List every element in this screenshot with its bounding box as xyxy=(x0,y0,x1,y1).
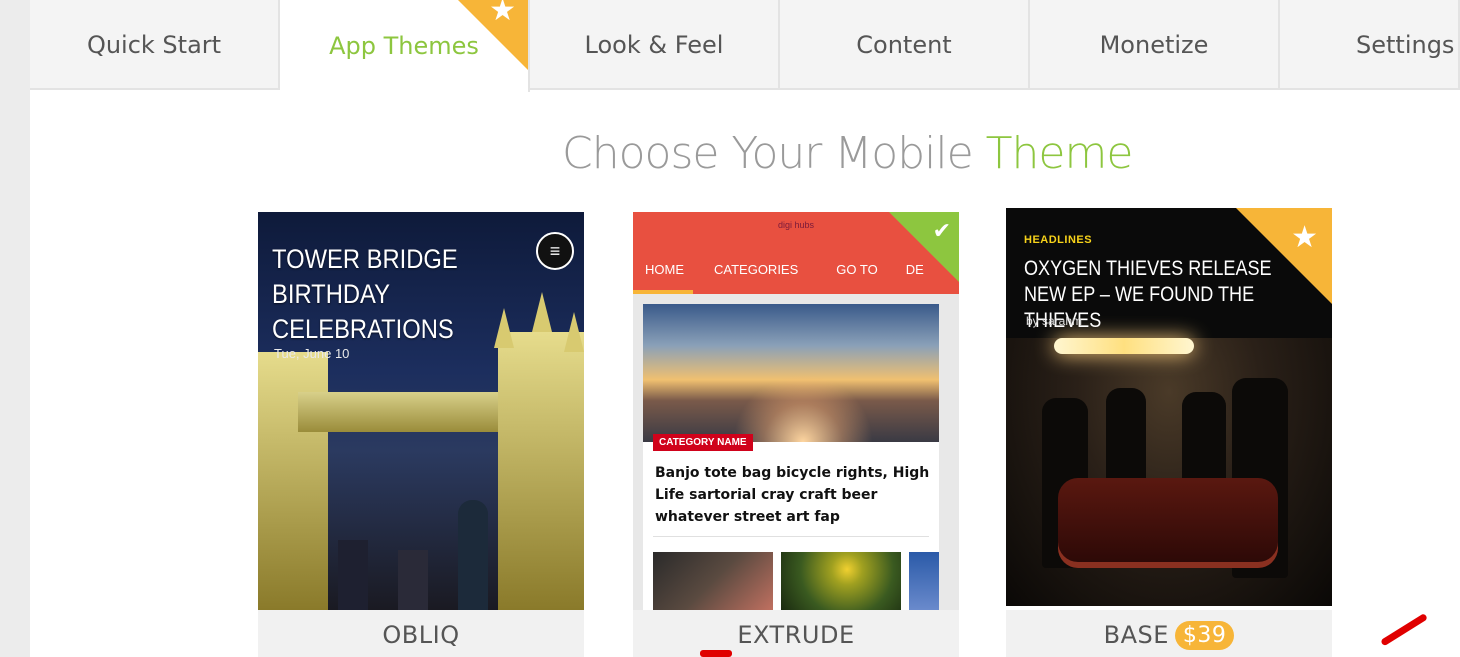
bridge-spire xyxy=(494,308,514,348)
theme-card-obliq[interactable]: TOWER BRIDGE BIRTHDAY CELEBRATIONS Tue, … xyxy=(258,212,584,657)
tab-label: Look & Feel xyxy=(584,31,724,59)
theme-preview-extrude: digi hubs HOME CATEGORIES GO TO DE ✔ CAT… xyxy=(633,212,959,610)
page-title-main: Choose Your Mobile xyxy=(562,128,986,179)
preview-nav-item: HOME xyxy=(645,262,684,277)
bridge-tower-left xyxy=(258,352,328,610)
star-icon: ★ xyxy=(489,0,516,28)
preview-thumbnail xyxy=(653,552,773,610)
preview-article-photo xyxy=(643,304,939,442)
preview-logo: digi hubs xyxy=(777,220,815,230)
city-building xyxy=(338,540,368,610)
preview-nav-active-indicator xyxy=(633,290,693,294)
theme-preview-obliq: TOWER BRIDGE BIRTHDAY CELEBRATIONS Tue, … xyxy=(258,212,584,610)
tab-settings[interactable]: Settings xyxy=(1280,0,1460,90)
city-building xyxy=(458,500,488,610)
tab-monetize[interactable]: Monetize xyxy=(1030,0,1280,90)
tab-label: App Themes xyxy=(329,32,479,60)
preview-article-title: Banjo tote bag bicycle rights, High Life… xyxy=(655,465,930,525)
theme-name: BASE xyxy=(1103,621,1169,649)
city-building xyxy=(398,550,428,610)
tab-label: Monetize xyxy=(1099,31,1209,59)
theme-name: EXTRUDE xyxy=(737,621,855,649)
tab-app-themes[interactable]: App Themes ★ xyxy=(280,0,530,92)
tab-label: Content xyxy=(856,31,952,59)
page-title: Choose Your Mobile Theme xyxy=(30,128,1460,179)
preview-divider xyxy=(653,536,929,537)
preview-article: CATEGORY NAME Banjo tote bag bicycle rig… xyxy=(643,304,939,610)
tab-content[interactable]: Content xyxy=(780,0,1030,90)
main-tabs: Quick Start App Themes ★ Look & Feel Con… xyxy=(30,0,1460,92)
tab-label: Settings xyxy=(1356,31,1455,59)
theme-name: OBLIQ xyxy=(382,621,460,649)
bridge-spire xyxy=(532,292,552,332)
theme-card-extrude[interactable]: digi hubs HOME CATEGORIES GO TO DE ✔ CAT… xyxy=(633,212,959,657)
preview-thumbnail xyxy=(781,552,901,610)
preview-article-title: TOWER BRIDGE BIRTHDAY CELEBRATIONS xyxy=(272,244,458,344)
highway-lights xyxy=(733,374,873,442)
preview-nav-item: GO TO xyxy=(836,262,878,277)
preview-category-tag: HEADLINES xyxy=(1024,234,1093,246)
hamburger-menu-icon: ≡ xyxy=(536,232,574,270)
annotation-mark xyxy=(700,650,732,657)
theme-card-base[interactable]: HEADLINES OXYGEN THIEVES RELEASE NEW EP … xyxy=(1006,208,1332,657)
tab-look-feel[interactable]: Look & Feel xyxy=(530,0,780,90)
theme-preview-base: HEADLINES OXYGEN THIEVES RELEASE NEW EP … xyxy=(1006,208,1332,606)
theme-name-bar: BASE $39 xyxy=(1006,610,1332,657)
price-badge: $39 xyxy=(1174,620,1235,650)
tab-label: Quick Start xyxy=(86,31,222,59)
photo-figure xyxy=(1182,392,1226,492)
page-title-accent: Theme xyxy=(985,128,1134,179)
bridge-tower-right xyxy=(498,332,584,610)
star-icon: ★ xyxy=(1291,221,1318,254)
preview-category-tag: CATEGORY NAME xyxy=(653,434,753,451)
ceiling-lamp xyxy=(1054,338,1194,354)
theme-name-bar: EXTRUDE xyxy=(633,610,959,657)
preview-thumbnail xyxy=(909,552,939,610)
photo-sofa xyxy=(1058,478,1278,568)
checkmark-icon: ✔ xyxy=(932,218,951,243)
bridge-spire xyxy=(564,312,584,352)
theme-name-bar: OBLIQ xyxy=(258,610,584,657)
preview-nav-item: CATEGORIES xyxy=(714,262,799,277)
tab-quick-start[interactable]: Quick Start xyxy=(30,0,280,90)
preview-byline: by sarahm xyxy=(1026,314,1083,328)
preview-article-date: Tue, June 10 xyxy=(274,346,350,361)
